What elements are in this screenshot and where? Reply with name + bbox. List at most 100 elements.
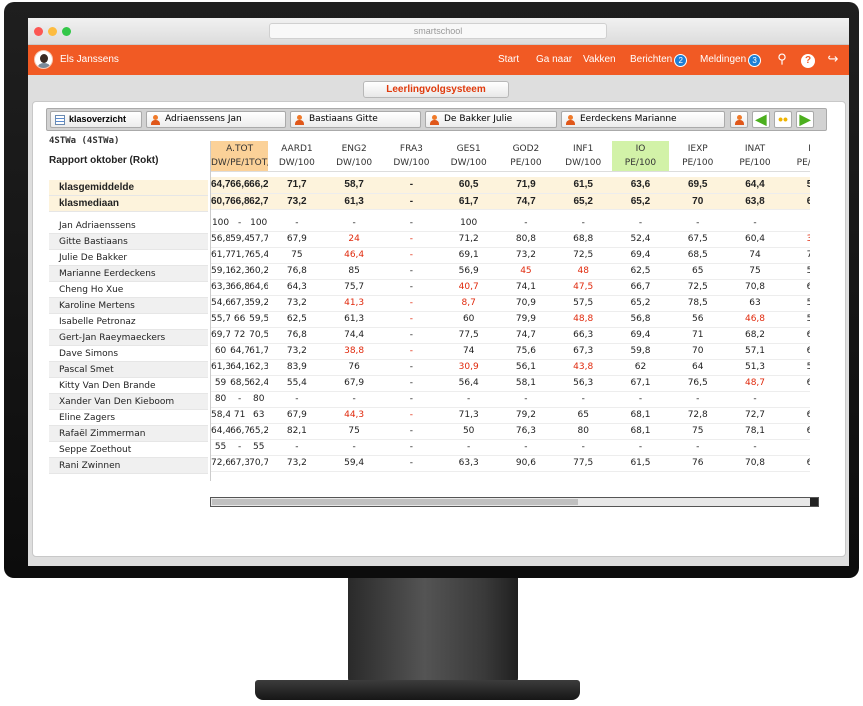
score-cell[interactable]: 75,7	[325, 279, 383, 296]
student-name[interactable]: Gitte Bastiaans	[49, 234, 208, 250]
score-cell[interactable]: 83,9	[268, 359, 326, 376]
score-cell[interactable]: 62,3	[249, 359, 269, 376]
score-cell[interactable]: -	[783, 391, 810, 408]
score-cell[interactable]: 56	[669, 311, 727, 328]
arrow-left-icon[interactable]: ◀	[752, 111, 770, 128]
app-title[interactable]: Leerlingvolgsysteem	[363, 81, 509, 98]
score-cell[interactable]: 76	[325, 359, 383, 376]
score-cell[interactable]: 70,7	[249, 455, 269, 472]
score-cell[interactable]: 67,3	[230, 455, 250, 472]
score-cell[interactable]: 63,3	[440, 455, 498, 472]
score-cell[interactable]: 79,2	[497, 407, 555, 424]
logout-icon[interactable]: ↪	[824, 50, 842, 68]
score-cell[interactable]: 73,2	[497, 247, 555, 264]
score-cell[interactable]: 72,5	[669, 279, 727, 296]
score-cell[interactable]: 65	[554, 407, 612, 424]
score-cell[interactable]: -	[726, 439, 784, 456]
student-name[interactable]: Marianne Eerdeckens	[49, 266, 208, 282]
score-cell[interactable]: -	[230, 215, 250, 232]
column-header[interactable]: IEXP	[669, 141, 726, 156]
score-cell[interactable]: 56,1	[497, 359, 555, 376]
score-cell[interactable]: 59,4	[325, 455, 383, 472]
score-cell[interactable]: 78,5	[669, 295, 727, 312]
score-cell[interactable]: 66,7	[230, 423, 250, 440]
score-cell[interactable]: 55,7	[211, 311, 231, 328]
score-cell[interactable]: 66,3	[554, 327, 612, 344]
score-cell[interactable]: 56	[783, 359, 810, 376]
score-cell[interactable]: 56,8	[611, 311, 670, 328]
score-cell[interactable]: 73,2	[268, 343, 326, 360]
nav-vakken[interactable]: Vakken	[583, 54, 616, 65]
score-cell[interactable]: 71,3	[440, 407, 498, 424]
score-cell[interactable]: 71	[230, 407, 250, 424]
score-cell[interactable]: 56,3	[554, 375, 612, 392]
score-cell[interactable]: 62,5	[611, 263, 670, 280]
score-cell[interactable]: 56,8	[211, 231, 231, 248]
score-cell[interactable]: -	[726, 215, 784, 232]
scroll-right-button[interactable]	[810, 498, 818, 506]
tab-student[interactable]: De Bakker Julie	[425, 111, 557, 128]
score-cell[interactable]: 48	[554, 263, 612, 280]
score-cell[interactable]: 68,5	[669, 247, 727, 264]
score-cell[interactable]: 70	[669, 343, 727, 360]
score-cell[interactable]: 68,1	[611, 407, 670, 424]
score-cell[interactable]: 59,2	[249, 295, 269, 312]
score-cell[interactable]: 63	[249, 407, 269, 424]
score-cell[interactable]: 66	[230, 311, 250, 328]
column-header[interactable]: A.TOT	[211, 141, 269, 156]
student-name[interactable]: Kitty Van Den Brande	[49, 378, 208, 394]
score-cell[interactable]: 46,8	[726, 311, 784, 328]
student-name[interactable]: Rafaël Zimmerman	[49, 426, 208, 442]
nav-start[interactable]: Start	[498, 54, 519, 65]
student-name[interactable]: Jan Adriaenssens	[49, 218, 208, 234]
score-cell[interactable]: 43,8	[554, 359, 612, 376]
score-cell[interactable]: -	[382, 247, 441, 264]
score-cell[interactable]: 67,5	[669, 231, 727, 248]
score-cell[interactable]: 67,3	[554, 343, 612, 360]
score-cell[interactable]: -	[497, 439, 555, 456]
score-cell[interactable]: 63,3	[211, 279, 231, 296]
score-cell[interactable]: 55,4	[268, 375, 326, 392]
score-cell[interactable]: -	[382, 391, 441, 408]
score-cell[interactable]: 62	[611, 359, 670, 376]
score-cell[interactable]: 67,3	[230, 295, 250, 312]
column-header[interactable]: ENG2	[326, 141, 383, 156]
student-name[interactable]: Isabelle Petronaz	[49, 314, 208, 330]
score-cell[interactable]: 62,4	[249, 375, 269, 392]
student-name[interactable]: Seppe Zoethout	[49, 442, 208, 458]
score-cell[interactable]: 59	[211, 375, 231, 392]
score-cell[interactable]: 67,9	[268, 231, 326, 248]
score-cell[interactable]: 74,4	[325, 327, 383, 344]
score-cell[interactable]: 60	[211, 343, 231, 360]
score-cell[interactable]: 58,1	[497, 375, 555, 392]
score-cell[interactable]: 52,4	[611, 231, 670, 248]
score-cell[interactable]: 56,9	[440, 263, 498, 280]
score-cell[interactable]: 69,4	[611, 247, 670, 264]
score-cell[interactable]: -	[611, 439, 670, 456]
score-cell[interactable]: 55	[249, 439, 269, 456]
score-cell[interactable]: -	[325, 439, 383, 456]
score-cell[interactable]: 68,1	[611, 423, 670, 440]
score-cell[interactable]: -	[669, 439, 727, 456]
score-cell[interactable]: 64,4	[211, 423, 231, 440]
footprints-icon[interactable]: ••	[774, 111, 792, 128]
score-cell[interactable]: 80	[249, 391, 269, 408]
maximize-window-icon[interactable]	[62, 27, 71, 36]
score-cell[interactable]: 61,3	[325, 311, 383, 328]
score-cell[interactable]: 72,6	[211, 455, 231, 472]
score-cell[interactable]: 48,8	[554, 311, 612, 328]
score-cell[interactable]: 47,5	[554, 279, 612, 296]
search-icon[interactable]: ⚲	[773, 50, 791, 68]
nav-berichten[interactable]: Berichten 2	[630, 54, 688, 67]
score-cell[interactable]: 63	[726, 295, 784, 312]
score-cell[interactable]: -	[440, 439, 498, 456]
score-cell[interactable]: 60,2	[249, 263, 269, 280]
score-cell[interactable]: 72,5	[554, 247, 612, 264]
score-cell[interactable]: 61,7	[211, 247, 231, 264]
score-cell[interactable]: 77,5	[554, 455, 612, 472]
score-cell[interactable]: -	[497, 391, 555, 408]
score-cell[interactable]: 79,9	[497, 311, 555, 328]
score-cell[interactable]: -	[497, 215, 555, 232]
student-name[interactable]: Xander Van Den Kieboom	[49, 394, 208, 410]
score-cell[interactable]: 80,8	[497, 231, 555, 248]
